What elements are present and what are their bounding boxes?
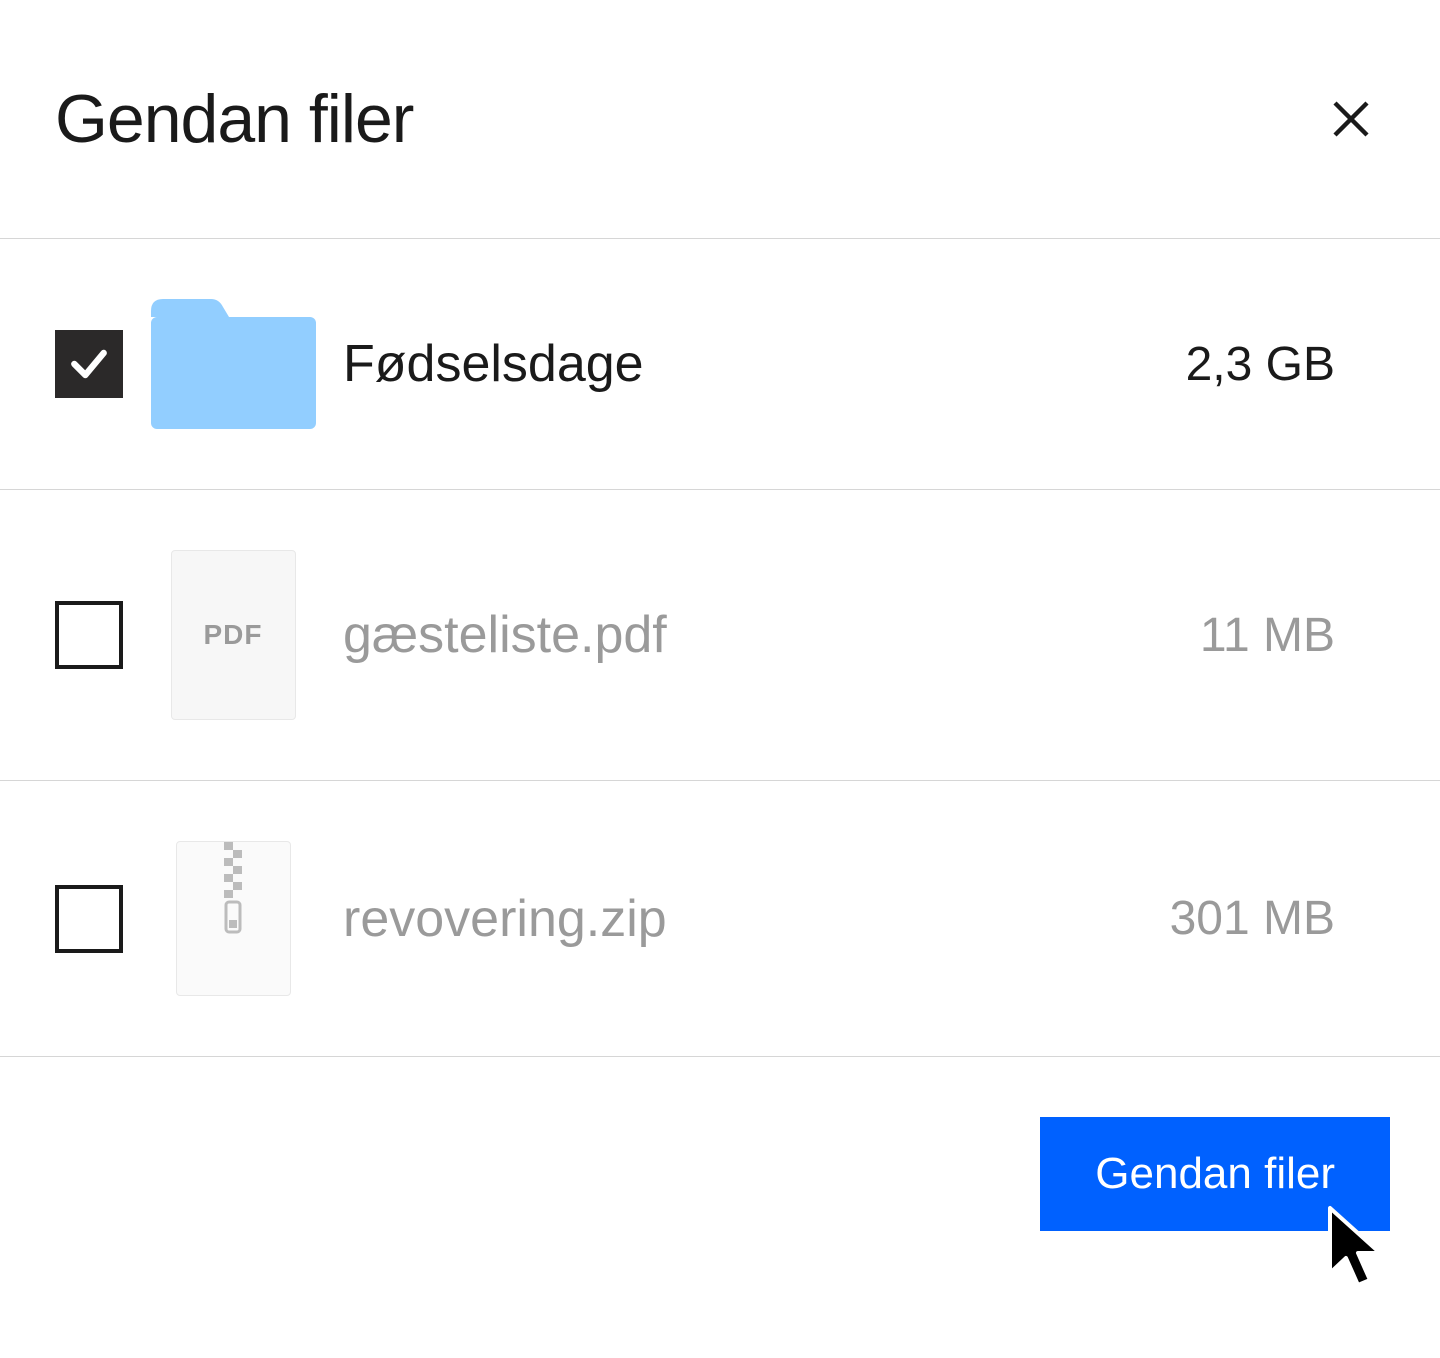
dialog-title: Gendan filer [55,80,413,158]
restore-button[interactable]: Gendan filer [1040,1117,1390,1231]
close-button[interactable] [1317,85,1385,153]
file-checkbox[interactable] [55,601,123,669]
folder-icon [151,299,316,429]
file-type-icon-slot [123,841,343,996]
zip-icon [176,841,291,996]
file-row[interactable]: Fødselsdage 2,3 GB [0,239,1440,490]
restore-files-dialog: Gendan filer [0,0,1440,1358]
file-name: Fødselsdage [343,334,1186,394]
check-icon [67,342,111,386]
file-checkbox[interactable] [55,885,123,953]
pdf-label: PDF [204,619,263,651]
file-checkbox[interactable] [55,330,123,398]
pdf-icon: PDF [171,550,296,720]
file-list: Fødselsdage 2,3 GB PDF gæsteliste.pdf 11… [0,238,1440,1057]
file-type-icon-slot: PDF [123,550,343,720]
file-size: 11 MB [1200,608,1385,663]
file-row[interactable]: revovering.zip 301 MB [0,781,1440,1057]
file-type-icon-slot [123,299,343,429]
file-row[interactable]: PDF gæsteliste.pdf 11 MB [0,490,1440,781]
file-size: 2,3 GB [1186,337,1385,392]
dialog-footer: Gendan filer [0,1057,1440,1291]
dialog-header: Gendan filer [0,0,1440,238]
file-name: revovering.zip [343,889,1170,949]
file-size: 301 MB [1170,891,1385,946]
file-name: gæsteliste.pdf [343,605,1200,665]
close-icon [1327,95,1375,143]
